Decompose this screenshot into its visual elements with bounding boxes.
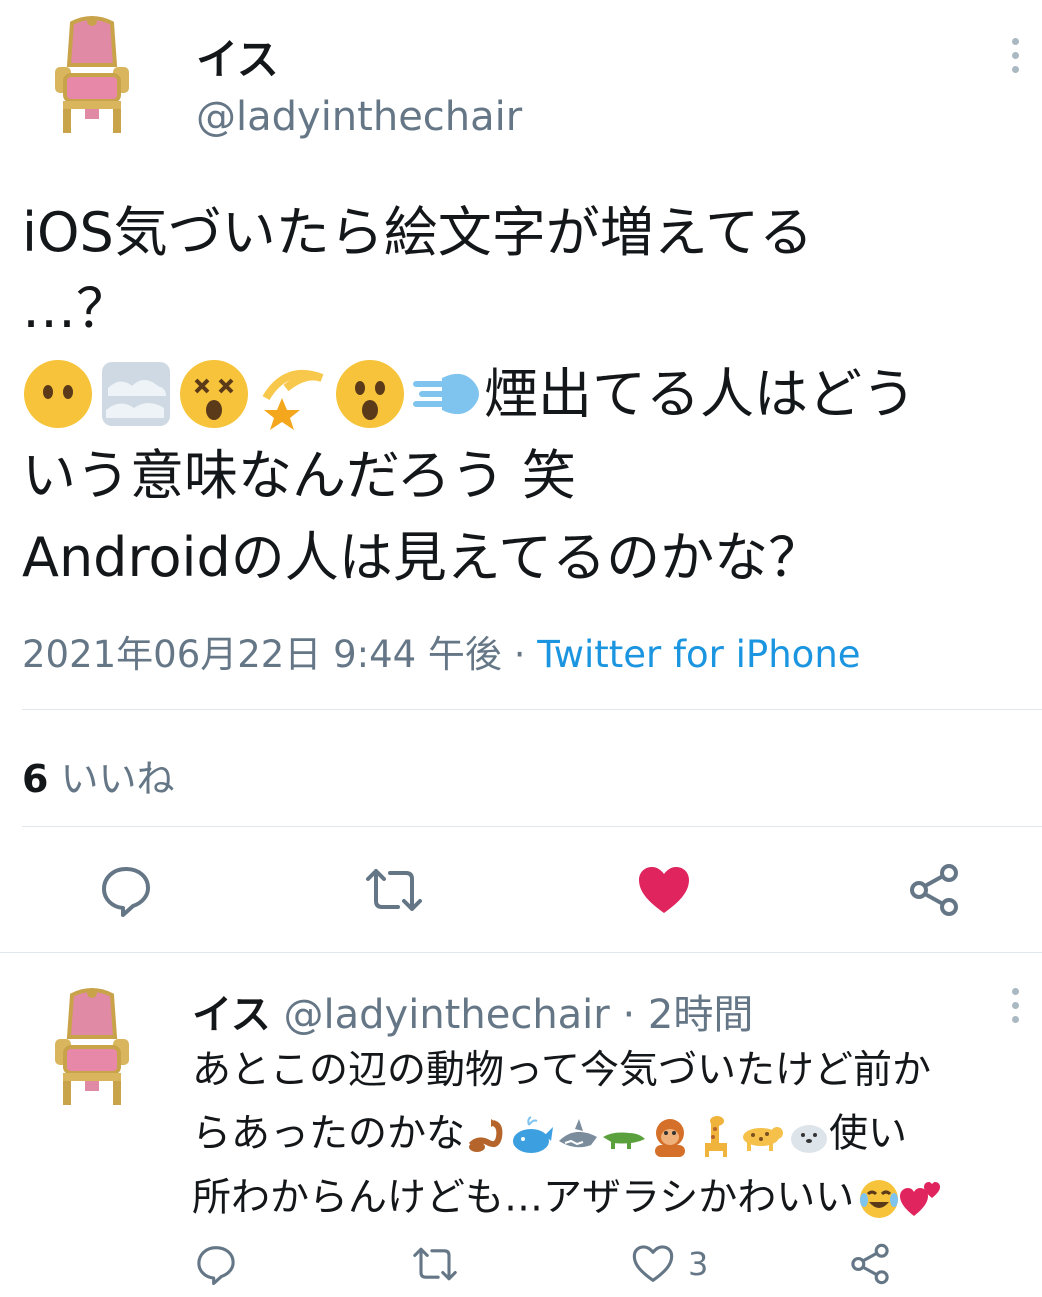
reply-text: あとこの辺の動物って今気づいたけど前か らあったのかな 使い 所わからんけども…… bbox=[192, 1040, 1037, 1229]
reply-text-fragment: 所わからんけども…アザラシかわいい bbox=[192, 1175, 855, 1220]
dizzy-star-icon bbox=[256, 358, 328, 431]
shark-icon bbox=[557, 1114, 599, 1156]
tweet-text: iOS気づいたら絵文字が増えてる …？ 煙出てる人はどう いう意味なんだろう 笑 bbox=[22, 192, 1032, 599]
reply-like-count: 3 bbox=[688, 1245, 709, 1283]
tweet-text-line: …？ bbox=[22, 277, 130, 340]
reply-avatar[interactable] bbox=[44, 988, 140, 1105]
reply-text-line: あとこの辺の動物って今気づいたけど前か bbox=[192, 1048, 932, 1093]
like-icon-filled[interactable] bbox=[634, 860, 694, 920]
dizzy-face-icon bbox=[178, 358, 250, 430]
animal-emoji-row bbox=[465, 1114, 829, 1157]
laugh-crying-icon bbox=[858, 1177, 900, 1219]
orangutan-icon bbox=[649, 1114, 691, 1157]
emoji-row bbox=[22, 358, 484, 431]
leopard-icon bbox=[741, 1114, 784, 1156]
scorpion-icon bbox=[465, 1114, 507, 1156]
separator: · bbox=[501, 633, 538, 676]
heart-outline-icon bbox=[632, 1245, 674, 1282]
giraffe-icon bbox=[695, 1114, 737, 1157]
section-divider bbox=[0, 952, 1042, 953]
reply-more-options-icon[interactable] bbox=[1010, 988, 1020, 1023]
tweet-text-line: いう意味なんだろう 笑 bbox=[22, 444, 576, 508]
reply-text-fragment: らあったのかな bbox=[192, 1111, 466, 1157]
reply-like-button[interactable]: 3 bbox=[632, 1242, 708, 1286]
face-open-mouth-icon bbox=[334, 358, 406, 430]
reply-reply-icon[interactable] bbox=[194, 1242, 238, 1286]
avatar[interactable] bbox=[44, 16, 140, 133]
crocodile-icon bbox=[603, 1114, 646, 1156]
throne-avatar-icon bbox=[55, 988, 129, 1105]
reply-share-icon[interactable] bbox=[848, 1242, 892, 1286]
throne-avatar-icon bbox=[55, 16, 129, 133]
divider bbox=[22, 826, 1042, 827]
more-options-icon[interactable] bbox=[1010, 38, 1020, 73]
tweet-text-line: Androidの人は見えてるのかな？ bbox=[22, 526, 823, 590]
author-handle[interactable]: @ladyinthechair bbox=[196, 94, 522, 140]
reply-header: イス @ladyinthechair · 2時間 bbox=[192, 982, 753, 1040]
tweet-text-line: iOS気づいたら絵文字が増えてる bbox=[22, 201, 814, 264]
fog-icon bbox=[100, 358, 172, 430]
retweet-icon[interactable] bbox=[362, 860, 426, 920]
likes-label: いいね bbox=[60, 757, 175, 801]
two-hearts-icon bbox=[900, 1177, 942, 1219]
seal-icon bbox=[787, 1114, 829, 1156]
author-name[interactable]: イス bbox=[196, 26, 279, 87]
reply-time: · 2時間 bbox=[622, 992, 754, 1038]
tweet-text-fragment: 煙出てる人はどう bbox=[484, 362, 916, 426]
tweet-meta: 2021年06月22日 9:44 午後 · Twitter for iPhone bbox=[22, 624, 861, 678]
reply-icon[interactable] bbox=[96, 860, 156, 920]
share-icon[interactable] bbox=[904, 860, 964, 920]
divider bbox=[22, 709, 1042, 710]
timestamp: 2021年06月22日 9:44 午後 bbox=[22, 633, 502, 676]
source-link[interactable]: Twitter for iPhone bbox=[537, 633, 860, 676]
likes-count: 6 bbox=[22, 757, 49, 801]
reply-text-line-end: 所わからんけども…アザラシかわいい bbox=[192, 1166, 1037, 1230]
reply-author-name[interactable]: イス bbox=[192, 992, 271, 1038]
likes-stat[interactable]: 6 いいね bbox=[22, 748, 175, 803]
reply-author-handle[interactable]: @ladyinthechair bbox=[284, 992, 610, 1038]
dash-icon bbox=[412, 358, 484, 430]
reply-retweet-icon[interactable] bbox=[410, 1242, 460, 1286]
reply-text-fragment: 使い bbox=[829, 1111, 908, 1157]
reply-text-line-emoji: らあったのかな 使い bbox=[192, 1102, 1037, 1166]
tweet-text-line-emoji: 煙出てる人はどう bbox=[22, 350, 1032, 435]
face-without-mouth-icon bbox=[22, 358, 94, 430]
whale-icon bbox=[511, 1114, 554, 1156]
